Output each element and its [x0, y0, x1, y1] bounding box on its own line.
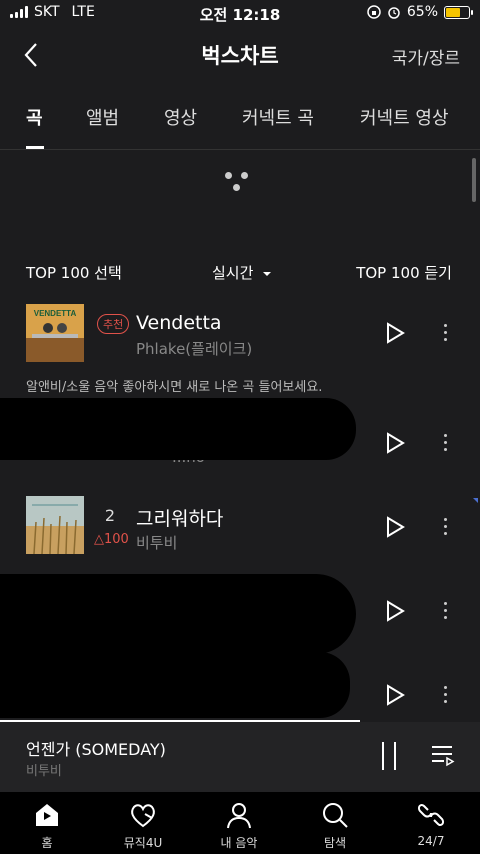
nav-24-7[interactable]: 24/7 [386, 792, 476, 854]
play-button[interactable] [384, 684, 406, 706]
search-icon [320, 800, 350, 830]
status-right: 65% [367, 4, 473, 20]
song-title: Vendetta [136, 312, 222, 334]
play-icon [387, 600, 405, 622]
tab-active-indicator [26, 146, 44, 149]
playlist-icon [432, 746, 455, 767]
playlist-button[interactable] [430, 742, 456, 768]
tab-video[interactable]: 영상 [164, 104, 197, 130]
tab-song[interactable]: 곡 [26, 104, 43, 130]
more-options-button[interactable] [440, 600, 452, 622]
battery-fill [446, 7, 461, 17]
song-title: 그리워하다 [136, 508, 224, 530]
nav-search[interactable]: 탐색 [290, 792, 380, 854]
top100-listen-button[interactable]: TOP 100 듣기 [356, 262, 452, 283]
nav-label: 24/7 [417, 834, 445, 848]
redaction-mark [0, 398, 356, 460]
mini-player[interactable]: 언젠가 (SOMEDAY) 비투비 [0, 722, 480, 792]
period-label: 실시간 [212, 264, 254, 282]
nav-bar: 벅스차트 국가/장르 [0, 30, 480, 80]
tab-connect-song[interactable]: 커넥트 곡 [242, 104, 314, 130]
rank-change: △100 [94, 532, 129, 547]
nav-label: 탐색 [323, 836, 347, 850]
battery-icon [444, 5, 473, 19]
recommend-badge: 추천 [97, 314, 130, 334]
heart-music-icon [128, 800, 158, 830]
rotation-lock-icon [367, 5, 381, 19]
tab-album[interactable]: 앨범 [86, 104, 119, 130]
loading-indicator [225, 170, 255, 194]
svg-text:VENDETTA: VENDETTA [34, 309, 77, 318]
redaction-mark [0, 652, 350, 718]
nav-music4u[interactable]: 뮤직4U [98, 792, 188, 854]
recommend-description: 알앤비/소울 음악 좋아하시면 새로 나온 곡 들어보세요. [26, 380, 323, 395]
album-art [26, 496, 84, 554]
side-marker [473, 498, 478, 503]
pause-button[interactable] [380, 742, 400, 770]
now-playing-artist: 비투비 [26, 764, 62, 779]
list-header: TOP 100 선택 실시간 TOP 100 듣기 [0, 262, 480, 282]
now-playing-title: 언젠가 (SOMEDAY) [26, 740, 166, 759]
tab-connect-video[interactable]: 커넥트 영상 [360, 104, 449, 130]
home-icon [32, 800, 62, 830]
song-artist[interactable]: Phlake(플레이크) [136, 338, 252, 359]
play-icon [387, 684, 405, 706]
more-options-button[interactable] [440, 516, 452, 538]
caret-down-icon [263, 272, 272, 276]
play-icon [387, 516, 405, 538]
chart-tabs: 곡 앨범 영상 커넥트 곡 커넥트 영상 [0, 96, 480, 150]
song-artist[interactable]: 비투비 [136, 532, 177, 553]
battery-percent: 65% [406, 4, 438, 20]
play-icon [387, 322, 405, 344]
country-genre-button[interactable]: 국가/장르 [392, 44, 460, 69]
user-icon [224, 800, 254, 830]
period-dropdown[interactable]: 실시간 [212, 262, 272, 283]
play-button[interactable] [384, 322, 406, 344]
play-icon [387, 432, 405, 454]
more-options-button[interactable] [440, 684, 452, 706]
play-button[interactable] [384, 432, 406, 454]
nav-label: 내 음악 [220, 836, 258, 850]
top100-select-button[interactable]: TOP 100 선택 [26, 262, 122, 283]
more-options-button[interactable] [440, 322, 452, 344]
status-bar: SKT LTE 오전 12:18 65% [0, 0, 480, 28]
alarm-icon [388, 7, 400, 19]
loop-icon [416, 800, 446, 830]
nav-my-music[interactable]: 내 음악 [194, 792, 284, 854]
scrollbar[interactable] [472, 158, 476, 202]
album-art: VENDETTA [26, 304, 84, 362]
play-button[interactable] [384, 516, 406, 538]
more-options-button[interactable] [440, 432, 452, 454]
rank-number: 2 [104, 506, 116, 525]
redaction-mark [0, 574, 356, 654]
play-button[interactable] [384, 600, 406, 622]
song-row[interactable]: 2 △100 그리워하다 비투비 [0, 496, 480, 576]
song-row-recommended[interactable]: VENDETTA 추천 Vendetta Phlake(플레이크) [0, 302, 480, 382]
nav-label: 홈 [41, 836, 53, 850]
bottom-nav: 홈 뮤직4U 내 음악 탐색 24/7 [0, 792, 480, 854]
nav-label: 뮤직4U [123, 836, 163, 850]
nav-home[interactable]: 홈 [2, 792, 92, 854]
